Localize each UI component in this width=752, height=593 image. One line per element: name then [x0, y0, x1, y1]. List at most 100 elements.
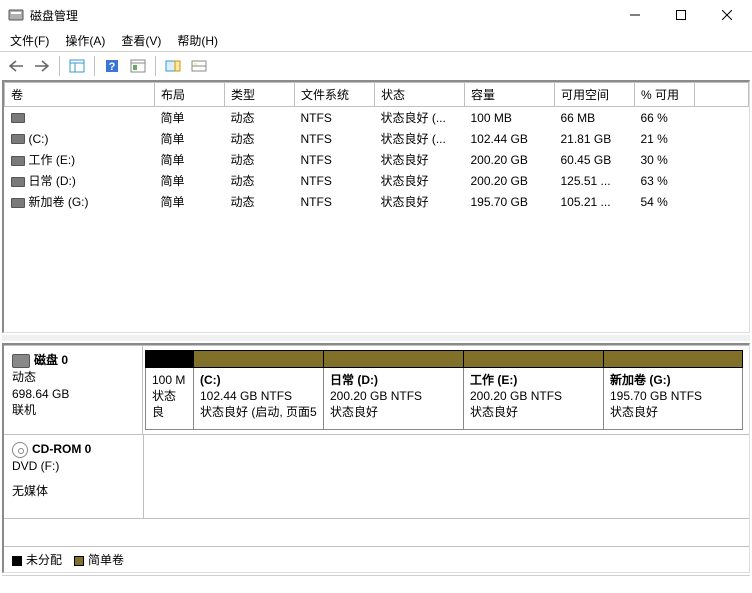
details-button[interactable] [187, 54, 211, 78]
col-extra[interactable] [695, 83, 749, 107]
cell-capacity: 195.70 GB [465, 191, 555, 212]
partition-size: 200.20 GB NTFS [470, 388, 597, 404]
cell-pct: 63 % [635, 170, 695, 191]
partition-stripe [603, 350, 743, 368]
disk-title: 磁盘 0 [34, 353, 68, 367]
close-button[interactable] [704, 0, 750, 30]
legend-unallocated: 未分配 [12, 551, 62, 568]
volume-name: 日常 (D:) [29, 174, 76, 188]
cell-fs: NTFS [295, 191, 375, 212]
cell-status: 状态良好 [375, 149, 465, 170]
col-status[interactable]: 状态 [375, 83, 465, 107]
cell-free: 60.45 GB [555, 149, 635, 170]
partition-block[interactable]: 工作 (E:)200.20 GB NTFS状态良好 [463, 368, 603, 430]
cell-capacity: 200.20 GB [465, 149, 555, 170]
partition-status: 状态良好 [330, 404, 457, 420]
cell-type: 动态 [225, 107, 295, 129]
cdrom-sub: DVD (F:) [12, 458, 135, 475]
cell-layout: 简单 [155, 128, 225, 149]
cell-capacity: 102.44 GB [465, 128, 555, 149]
list-button[interactable] [161, 54, 185, 78]
forward-button[interactable] [30, 54, 54, 78]
volume-icon [11, 134, 25, 144]
menubar: 文件(F) 操作(A) 查看(V) 帮助(H) [0, 30, 752, 52]
disk-row-0[interactable]: 磁盘 0 动态 698.64 GB 联机 100 M状态良(C:)102.44 … [4, 345, 749, 435]
table-row[interactable]: 日常 (D:)简单动态NTFS状态良好200.20 GB125.51 ...63… [5, 170, 749, 191]
cdrom-row[interactable]: CD-ROM 0 DVD (F:) 无媒体 [4, 435, 749, 519]
menu-action[interactable]: 操作(A) [59, 30, 111, 51]
col-capacity[interactable]: 容量 [465, 83, 555, 107]
back-button[interactable] [4, 54, 28, 78]
volume-name: 工作 (E:) [29, 153, 76, 167]
partition-label: 新加卷 (G:) [610, 372, 736, 388]
separator [59, 56, 60, 76]
titlebar: 磁盘管理 [0, 0, 752, 30]
cell-type: 动态 [225, 191, 295, 212]
cdrom-state: 无媒体 [12, 483, 135, 500]
disk-icon [12, 354, 30, 368]
partition-label: 工作 (E:) [470, 372, 597, 388]
splitter[interactable] [2, 335, 750, 341]
volume-icon [11, 198, 25, 208]
cell-free: 105.21 ... [555, 191, 635, 212]
settings-button[interactable] [126, 54, 150, 78]
table-row[interactable]: 工作 (E:)简单动态NTFS状态良好200.20 GB60.45 GB30 % [5, 149, 749, 170]
cell-status: 状态良好 [375, 170, 465, 191]
col-type[interactable]: 类型 [225, 83, 295, 107]
statusbar [2, 575, 750, 593]
cell-fs: NTFS [295, 170, 375, 191]
separator [155, 56, 156, 76]
cell-capacity: 100 MB [465, 107, 555, 129]
disk-partitions: 100 M状态良(C:)102.44 GB NTFS状态良好 (启动, 页面5日… [143, 346, 749, 434]
table-row[interactable]: (C:)简单动态NTFS状态良好 (...102.44 GB21.81 GB21… [5, 128, 749, 149]
volume-list-pane: 卷 布局 类型 文件系统 状态 容量 可用空间 % 可用 简单动态NTFS状态良… [2, 80, 750, 333]
partition-block[interactable]: 100 M状态良 [145, 368, 193, 430]
cell-layout: 简单 [155, 191, 225, 212]
cell-pct: 66 % [635, 107, 695, 129]
toolbar: ? [0, 52, 752, 80]
col-pct[interactable]: % 可用 [635, 83, 695, 107]
volume-name: (C:) [29, 132, 49, 146]
partition-block[interactable]: 日常 (D:)200.20 GB NTFS状态良好 [323, 368, 463, 430]
table-row[interactable]: 新加卷 (G:)简单动态NTFS状态良好195.70 GB105.21 ...5… [5, 191, 749, 212]
partition-size: 200.20 GB NTFS [330, 388, 457, 404]
cdrom-icon [12, 442, 28, 458]
cell-pct: 54 % [635, 191, 695, 212]
table-row[interactable]: 简单动态NTFS状态良好 (...100 MB66 MB66 % [5, 107, 749, 129]
menu-file[interactable]: 文件(F) [4, 30, 55, 51]
menu-view[interactable]: 查看(V) [115, 30, 167, 51]
volume-icon [11, 156, 25, 166]
volume-name: 新加卷 (G:) [29, 195, 89, 209]
cell-free: 21.81 GB [555, 128, 635, 149]
legend-simple: 简单卷 [74, 551, 124, 568]
partition-block[interactable]: (C:)102.44 GB NTFS状态良好 (启动, 页面5 [193, 368, 323, 430]
window-title: 磁盘管理 [30, 7, 612, 24]
col-free[interactable]: 可用空间 [555, 83, 635, 107]
col-fs[interactable]: 文件系统 [295, 83, 375, 107]
volume-table: 卷 布局 类型 文件系统 状态 容量 可用空间 % 可用 简单动态NTFS状态良… [4, 82, 749, 212]
partition-stripe [463, 350, 603, 368]
cell-type: 动态 [225, 170, 295, 191]
col-layout[interactable]: 布局 [155, 83, 225, 107]
show-hide-button[interactable] [65, 54, 89, 78]
cell-layout: 简单 [155, 149, 225, 170]
cell-free: 125.51 ... [555, 170, 635, 191]
partition-status: 状态良好 [470, 404, 597, 420]
partition-stripe [193, 350, 323, 368]
partition-label: 日常 (D:) [330, 372, 457, 388]
volume-icon [11, 177, 25, 187]
partition-block[interactable]: 新加卷 (G:)195.70 GB NTFS状态良好 [603, 368, 743, 430]
partition-size: 195.70 GB NTFS [610, 388, 736, 404]
svg-text:?: ? [109, 61, 116, 73]
maximize-button[interactable] [658, 0, 704, 30]
partition-size: 102.44 GB NTFS [200, 388, 317, 404]
menu-help[interactable]: 帮助(H) [171, 30, 224, 51]
minimize-button[interactable] [612, 0, 658, 30]
cell-type: 动态 [225, 149, 295, 170]
cell-status: 状态良好 (... [375, 107, 465, 129]
disk-info: 磁盘 0 动态 698.64 GB 联机 [4, 346, 143, 434]
col-volume[interactable]: 卷 [5, 83, 155, 107]
cell-type: 动态 [225, 128, 295, 149]
cdrom-title: CD-ROM 0 [32, 442, 91, 456]
help-button[interactable]: ? [100, 54, 124, 78]
